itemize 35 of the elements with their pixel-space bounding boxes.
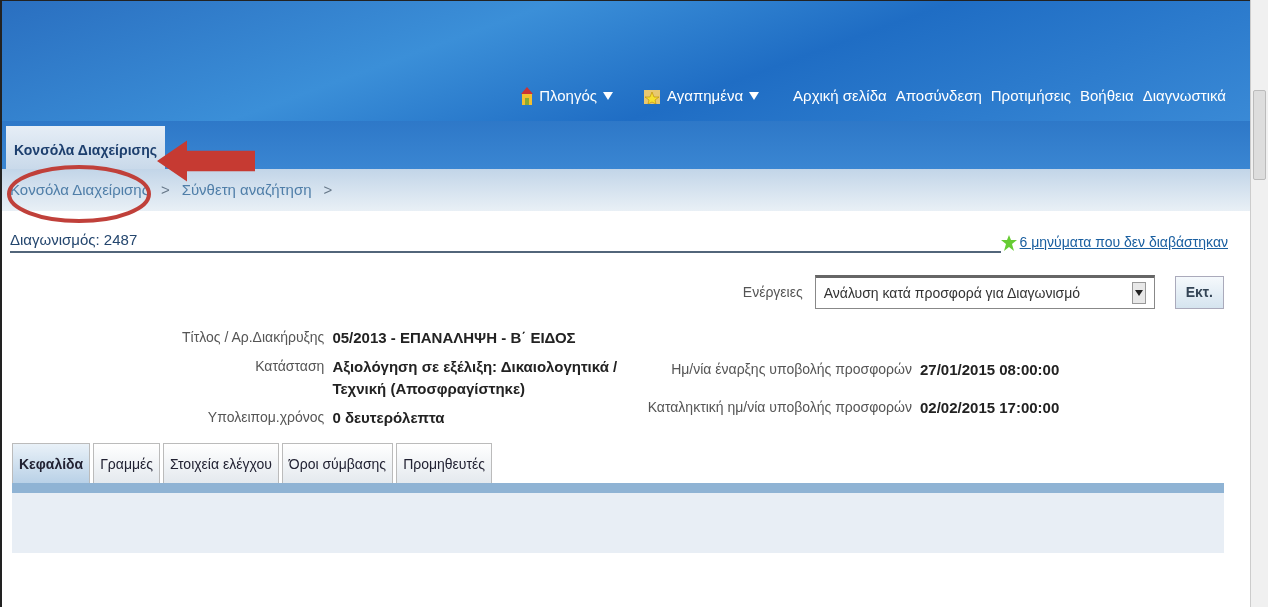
field-label: Καταληκτική ημ/νία υποβολής προσφορών [647,398,912,417]
dropdown-caret-icon [749,91,760,100]
messages-link[interactable]: 6 μηνύματα που δεν διαβάστηκαν [1000,232,1228,253]
app-tab[interactable]: Κονσόλα Διαχείρισης [6,126,165,169]
tab[interactable]: Στοιχεία ελέγχου [163,443,279,483]
tab[interactable]: Γραμμές [93,443,161,483]
tab[interactable]: Προμηθευτές [396,443,493,483]
field-value: 0 δευτερόλεπτα [332,407,446,428]
global-link[interactable]: Προτιμήσεις [990,84,1071,107]
global-link[interactable]: Διαγνωστικά [1142,84,1226,107]
tab[interactable]: Κεφαλίδα [12,443,91,483]
tab[interactable]: Όροι σύμβασης [281,443,394,483]
go-button[interactable]: Εκτ. [1174,275,1224,309]
house-icon [521,86,534,105]
global-link[interactable]: Βοήθεια [1080,84,1134,107]
field-label: Υπολειπομ.χρόνος [206,407,325,427]
menu-dropdown[interactable]: Πλοηγός [521,84,613,107]
scrollbar[interactable] [1250,0,1268,607]
dropdown-caret-icon [1134,290,1143,296]
field-value: 02/02/2015 17:00:00 [920,398,1061,418]
field-label: Τίτλος / Αρ.Διακήρυξης [182,328,325,347]
breadcrumb-separator: > [160,179,170,200]
actions-select[interactable]: Ανάλυση κατά προσφορά για Διαγωνισμό [814,275,1155,309]
menu-dropdown[interactable]: Αγαπημένα [643,84,760,107]
global-link[interactable]: Αρχική σελίδα [793,84,887,107]
dropdown-caret-icon [603,91,613,100]
field-value: 27/01/2015 08:00:00 [920,360,1061,380]
field-label: Κατάσταση [254,356,325,376]
actions-label: Ενέργειες [742,282,803,302]
field-value: 05/2013 - ΕΠΑΝΑΛΗΨΗ - Β΄ ΕΙΔΟΣ [332,328,577,348]
page-title: Διαγωνισμός: 2487 [10,231,1001,253]
global-link[interactable]: Αποσύνδεση [895,84,982,107]
field-value: Αξιολόγηση σε εξέλιξη: Δικαιολογητικά / Τεχνική (Αποσφραγίστηκε) [332,356,619,399]
breadcrumb-separator: > [323,179,333,200]
field-label: Ημ/νία έναρξης υποβολής προσφορών [670,360,912,379]
